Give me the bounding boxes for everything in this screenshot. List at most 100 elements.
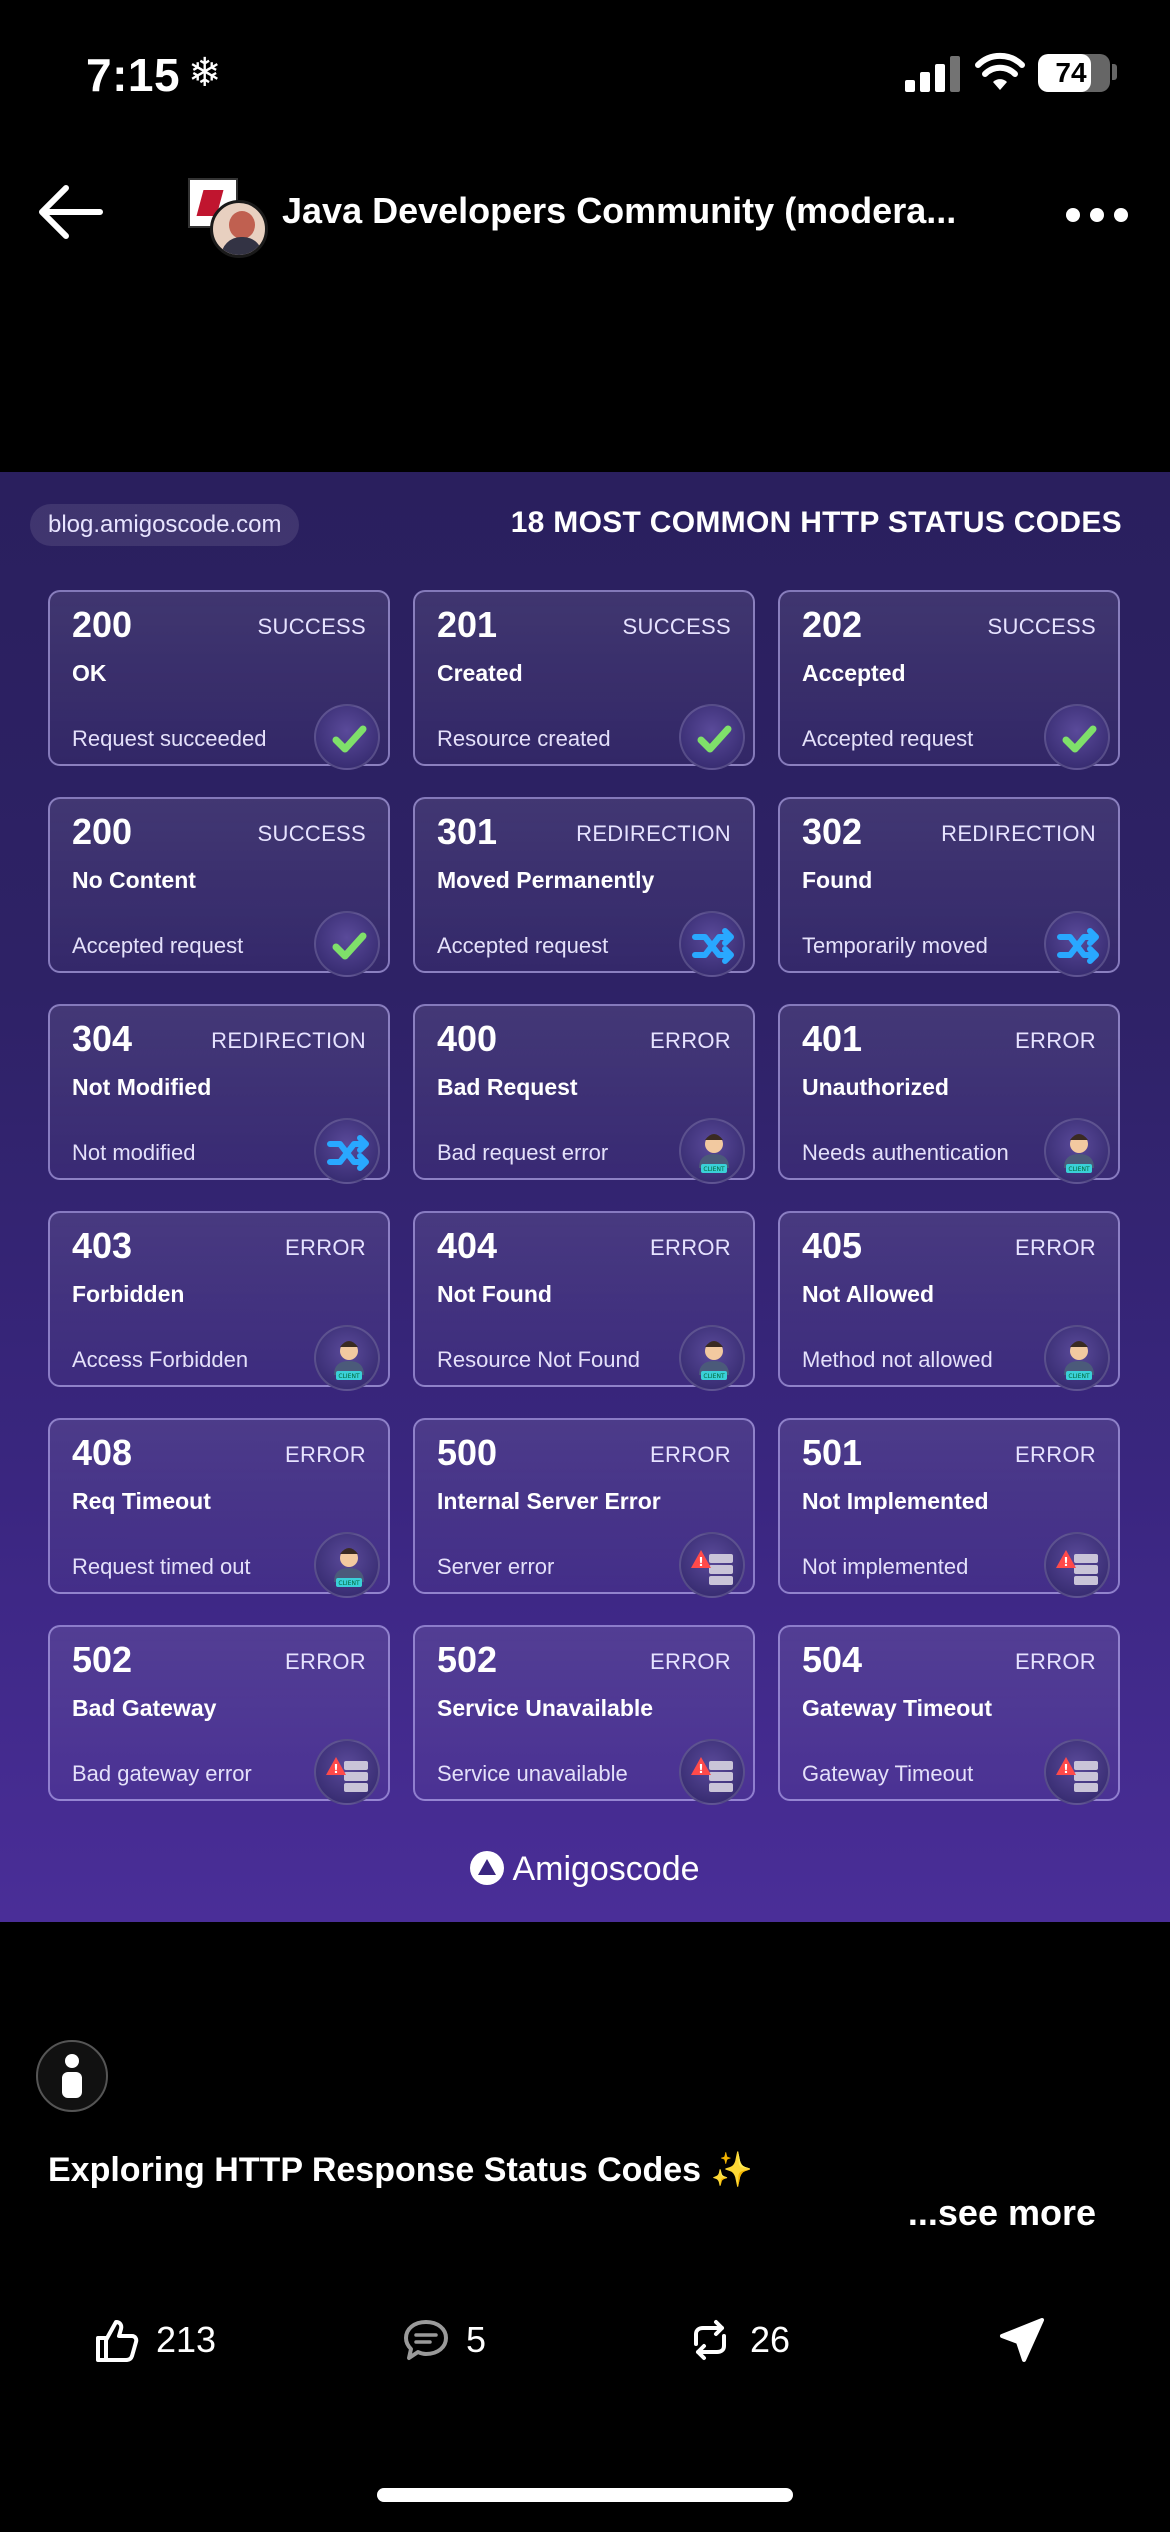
like-count: 213 (156, 2319, 217, 2360)
status-name: Not Found (437, 1281, 552, 1307)
status-code: 502 (72, 1639, 133, 1680)
status-code: 400 (437, 1018, 498, 1059)
wifi-icon (975, 52, 1025, 90)
send-button[interactable] (996, 2310, 1048, 2370)
comment-count: 5 (466, 2319, 487, 2360)
status-name: Unauthorized (802, 1074, 949, 1100)
status-description: Access Forbidden (72, 1347, 249, 1372)
check-icon (1044, 704, 1110, 770)
status-description: Resource Not Found (437, 1347, 640, 1372)
more-options-icon[interactable] (1062, 208, 1132, 222)
status-category: SUCCESS (257, 614, 366, 639)
svg-text:CLIENT: CLIENT (338, 1373, 360, 1380)
brand-name: Amigoscode (512, 1850, 700, 1888)
svg-text:!: ! (1063, 1555, 1068, 1569)
status-category: ERROR (650, 1028, 731, 1053)
status-description: Server error (437, 1554, 555, 1579)
check-icon (679, 704, 745, 770)
shuffle-icon (679, 911, 745, 977)
status-code: 501 (802, 1432, 863, 1473)
status-card-302: 302 REDIRECTION Found Temporarily moved (778, 797, 1120, 977)
status-description: Not implemented (802, 1554, 969, 1579)
server-icon: ! (679, 1739, 745, 1805)
status-name: Internal Server Error (437, 1488, 661, 1514)
status-name: Gateway Timeout (802, 1695, 993, 1721)
status-name: Created (437, 660, 523, 686)
back-arrow-icon[interactable] (36, 182, 106, 242)
status-code: 404 (437, 1225, 498, 1266)
status-card-401: 401 ERROR Unauthorized Needs authentication… (778, 1004, 1120, 1184)
comment-button[interactable]: 5 (400, 2310, 486, 2370)
status-description: Method not allowed (802, 1347, 993, 1372)
home-indicator[interactable] (377, 2488, 793, 2502)
status-category: ERROR (285, 1235, 366, 1260)
status-description: Bad request error (437, 1140, 609, 1165)
status-card-404: 404 ERROR Not Found Resource Not Found CLIEN… (413, 1211, 755, 1391)
status-name: No Content (72, 867, 196, 893)
status-description: Accepted request (802, 726, 974, 751)
client-icon: CLIENT (1044, 1118, 1110, 1184)
status-card-408: 408 ERROR Req Timeout Request timed out CLIE… (48, 1418, 390, 1598)
status-name: Bad Request (437, 1074, 578, 1100)
like-button[interactable]: 213 (90, 2310, 216, 2370)
status-name: Found (802, 867, 873, 893)
svg-text:CLIENT: CLIENT (338, 1580, 360, 1587)
amigoscode-logo-icon (470, 1851, 505, 1885)
status-card-405: 405 ERROR Not Allowed Method not allowed CLI… (778, 1211, 1120, 1391)
status-code: 304 (72, 1018, 133, 1059)
status-code: 500 (437, 1432, 498, 1473)
post-image[interactable]: blog.amigoscode.com 18 MOST COMMON HTTP … (0, 472, 1170, 1922)
status-category: ERROR (1015, 1028, 1096, 1053)
author-avatar-icon[interactable] (36, 2040, 108, 2112)
svg-text:!: ! (698, 1762, 703, 1776)
repost-icon (694, 2320, 726, 2360)
status-card-201: 201 SUCCESS Created Resource created (413, 590, 755, 770)
client-icon: CLIENT (314, 1325, 380, 1391)
status-card-501: 501 ERROR Not Implemented Not implemented! (778, 1418, 1120, 1598)
battery-level: 74 (1055, 57, 1087, 88)
snowflake-icon: ❄ (188, 51, 222, 95)
status-category: REDIRECTION (211, 1028, 366, 1053)
status-card-502: 502 ERROR Service Unavailable Service unava… (413, 1625, 755, 1805)
status-name: OK (72, 660, 107, 686)
status-code: 504 (802, 1639, 863, 1680)
svg-text:!: ! (333, 1762, 338, 1776)
post-header: Java Developers Community (modera... (0, 160, 1170, 270)
group-title[interactable]: Java Developers Community (modera... (282, 190, 982, 232)
status-description: Service unavailable (437, 1761, 628, 1786)
shuffle-icon (314, 1118, 380, 1184)
status-name: Moved Permanently (437, 867, 655, 893)
status-description: Request timed out (72, 1554, 251, 1579)
status-description: Not modified (72, 1140, 196, 1165)
site-url: blog.amigoscode.com (30, 504, 300, 546)
status-name: Service Unavailable (437, 1695, 654, 1721)
server-icon: ! (314, 1739, 380, 1805)
status-name: Not Modified (72, 1074, 212, 1100)
status-code: 302 (802, 811, 863, 852)
status-description: Request succeeded (72, 726, 267, 751)
image-title: 18 MOST COMMON HTTP STATUS CODES (510, 506, 1122, 539)
client-icon: CLIENT (679, 1325, 745, 1391)
battery-cap (1112, 64, 1117, 80)
status-code: 200 (72, 604, 133, 645)
status-category: ERROR (285, 1442, 366, 1467)
repost-count: 26 (750, 2319, 791, 2360)
status-code: 301 (437, 811, 498, 852)
status-category: ERROR (1015, 1442, 1096, 1467)
check-icon (314, 704, 380, 770)
status-card-403: 403 ERROR Forbidden Access Forbidden CLIENT (48, 1211, 390, 1391)
user-avatar (210, 200, 268, 258)
client-icon: CLIENT (1044, 1325, 1110, 1391)
status-code: 408 (72, 1432, 133, 1473)
group-avatar[interactable] (188, 178, 268, 258)
svg-text:CLIENT: CLIENT (1068, 1373, 1090, 1380)
status-category: REDIRECTION (941, 821, 1096, 846)
status-card-200: 200 SUCCESS No Content Accepted request (48, 797, 390, 977)
status-code: 405 (802, 1225, 863, 1266)
status-card-304: 304 REDIRECTION Not Modified Not modified (48, 1004, 390, 1184)
repost-button[interactable]: 26 (684, 2310, 790, 2370)
status-name: Bad Gateway (72, 1695, 217, 1721)
status-category: REDIRECTION (576, 821, 731, 846)
see-more-link[interactable]: ...see more (908, 2192, 1096, 2234)
shuffle-icon (1044, 911, 1110, 977)
